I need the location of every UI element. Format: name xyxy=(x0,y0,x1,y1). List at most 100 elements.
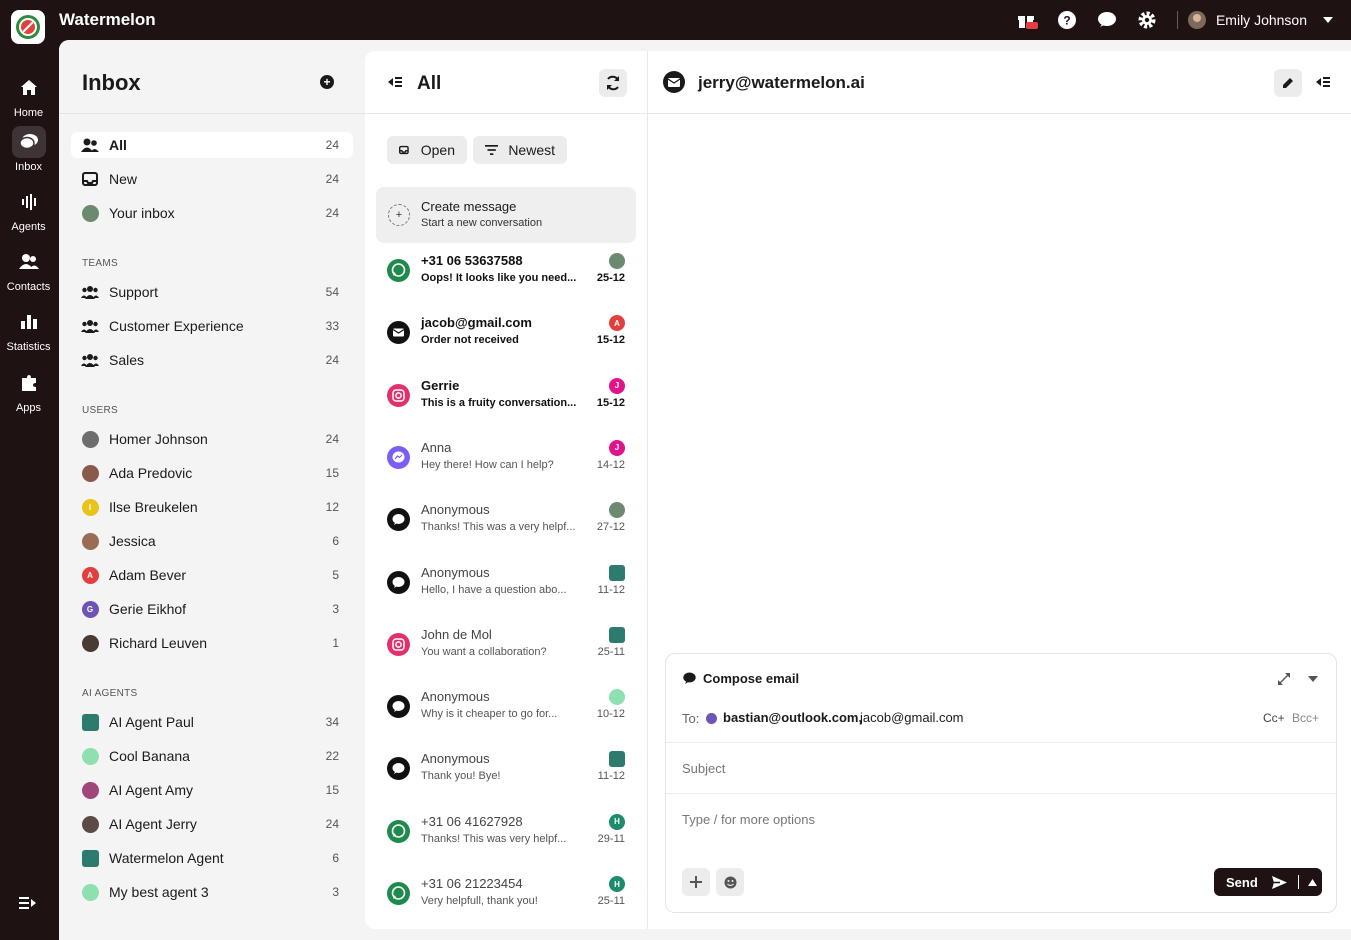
conversation-item[interactable]: +31 06 53637588 Oops! It looks like you n… xyxy=(365,244,647,306)
help-icon[interactable]: ? xyxy=(1055,8,1079,32)
teams-section-label: TEAMS xyxy=(82,258,118,269)
conversation-preview: Very helpfull, thank you! xyxy=(421,895,538,907)
conversation-item[interactable]: +31 06 21223454 Very helpfull, thank you!… xyxy=(365,867,647,929)
agent-item-ai-agent-amy[interactable]: AI Agent Amy 15 xyxy=(71,777,353,803)
expand-icon[interactable] xyxy=(1278,673,1290,685)
create-message-subtitle: Start a new conversation xyxy=(421,217,543,229)
sort-lines-icon xyxy=(485,145,499,155)
conversation-date: 27-12 xyxy=(596,521,625,534)
team-icon xyxy=(81,351,99,369)
conversation-name: Anna xyxy=(421,439,452,455)
subject-input[interactable]: Subject xyxy=(682,761,725,776)
collapse-panel-icon[interactable] xyxy=(1316,76,1330,88)
add-inbox-button[interactable]: + xyxy=(320,75,334,89)
ai-agents-section-label: AI AGENTS xyxy=(82,688,138,699)
settings-gear-icon[interactable] xyxy=(1135,8,1159,32)
emoji-button[interactable] xyxy=(716,868,744,896)
conversation-date: 15-12 xyxy=(596,334,625,347)
gift-icon[interactable] xyxy=(1015,8,1039,32)
chat-bubble-icon[interactable] xyxy=(1095,8,1119,32)
collapse-panel-icon[interactable] xyxy=(388,76,402,88)
to-row: To: bastian@outlook.com, jacob@gmail.com… xyxy=(666,694,1336,743)
conversation-item[interactable]: Anonymous Hello, I have a question abo...… xyxy=(365,556,647,618)
user-item-richard-leuven[interactable]: Richard Leuven 1 xyxy=(71,630,353,656)
inbox-item-all[interactable]: All 24 xyxy=(71,132,353,158)
sort-filter-button[interactable]: Newest xyxy=(473,136,567,164)
rail-item-statistics[interactable]: Statistics xyxy=(0,306,57,353)
conversation-name: jacob@gmail.com xyxy=(421,315,532,331)
recipient-chip-2[interactable]: jacob@gmail.com xyxy=(860,710,964,725)
conversation-preview: Order not received xyxy=(421,334,519,347)
inbox-item-your-inbox[interactable]: Your inbox 24 xyxy=(71,200,353,226)
refresh-button[interactable] xyxy=(599,69,627,97)
conversation-item[interactable]: jacob@gmail.com Order not received 15-12 A xyxy=(365,306,647,368)
conversation-date: 29-11 xyxy=(597,832,625,845)
pencil-icon xyxy=(1283,78,1293,88)
conversation-date: 11-12 xyxy=(597,770,625,783)
whatsapp-channel-icon xyxy=(387,882,410,905)
agent-item-ai-agent-jerry[interactable]: AI Agent Jerry 24 xyxy=(71,811,353,837)
conversation-name: Anonymous xyxy=(421,689,490,705)
subject-row[interactable]: Subject xyxy=(666,743,1336,794)
agent-item-ai-agent-paul[interactable]: AI Agent Paul 34 xyxy=(71,709,353,735)
conversation-item[interactable]: John de Mol You want a collaboration? 25-1… xyxy=(365,618,647,680)
conversation-item[interactable]: Anonymous Thanks! This was a very helpf..… xyxy=(365,493,647,555)
send-button[interactable]: Send xyxy=(1214,868,1322,896)
inbox-item-new[interactable]: New 24 xyxy=(71,166,353,192)
agent-item-my-best-agent-3[interactable]: My best agent 3 3 xyxy=(71,879,353,905)
add-circle-icon: + xyxy=(388,204,410,226)
conversation-item[interactable]: +31 06 41627928 Thanks! This was very hel… xyxy=(365,805,647,867)
chevron-down-icon xyxy=(1323,17,1333,23)
assignee-avatar: H xyxy=(609,876,625,892)
recipient-chip-1[interactable]: bastian@outlook.com, xyxy=(723,710,862,725)
user-item-jessica[interactable]: Jessica 6 xyxy=(71,528,353,554)
conversation-item[interactable]: Anna Hey there! How can I help? 14-12 J xyxy=(365,431,647,493)
user-item-gerie-eikhof[interactable]: G Gerie Eikhof 3 xyxy=(71,596,353,622)
user-item-ilse-breukelen[interactable]: I Ilse Breukelen 12 xyxy=(71,494,353,520)
create-message-title: Create message xyxy=(421,199,517,214)
user-menu[interactable]: Emily Johnson xyxy=(1187,11,1333,29)
rail-item-agents[interactable]: Agents xyxy=(0,186,57,233)
bot-avatar-icon xyxy=(81,747,99,765)
user-item-homer-johnson[interactable]: Homer Johnson 24 xyxy=(71,426,353,452)
user-item-adam-bever[interactable]: A Adam Bever 5 xyxy=(71,562,353,588)
attach-button[interactable] xyxy=(682,868,710,896)
user-name: Emily Johnson xyxy=(1215,12,1307,28)
rail-item-inbox[interactable]: Inbox xyxy=(0,126,57,173)
bcc-button[interactable]: Bcc+ xyxy=(1292,711,1319,725)
recipient-avatar xyxy=(706,713,717,724)
expand-sidebar-icon[interactable] xyxy=(19,896,39,912)
conversation-preview: Hello, I have a question abo... xyxy=(421,583,567,596)
email-channel-icon xyxy=(387,321,410,345)
team-item-customer-experience[interactable]: Customer Experience 33 xyxy=(71,313,353,339)
conversation-item[interactable]: Gerrie This is a fruity conversation... 15… xyxy=(365,369,647,431)
apps-puzzle-icon xyxy=(12,367,46,399)
message-body-input[interactable]: Type / for more options xyxy=(682,812,815,827)
instagram-channel-icon xyxy=(387,632,410,656)
conversation-item[interactable]: Anonymous Why is it cheaper to go for... 1… xyxy=(365,680,647,742)
conversation-email-title: jerry@watermelon.ai xyxy=(698,73,865,92)
conversation-detail-header: jerry@watermelon.ai xyxy=(648,51,1351,114)
agent-item-watermelon-agent[interactable]: Watermelon Agent 6 xyxy=(71,845,353,871)
conversation-name: John de Mol xyxy=(421,626,492,642)
status-filter-button[interactable]: Open xyxy=(387,136,467,164)
cc-button[interactable]: Cc+ xyxy=(1263,711,1285,725)
watermelon-logo-icon[interactable] xyxy=(11,10,45,44)
speech-bubble-icon xyxy=(683,672,696,684)
tray-icon xyxy=(399,145,409,155)
send-options-caret-icon[interactable] xyxy=(1307,878,1317,886)
rail-item-home[interactable]: Home xyxy=(0,72,57,119)
conversation-preview: Why is it cheaper to go for... xyxy=(421,708,558,721)
rail-item-contacts[interactable]: Contacts xyxy=(0,246,57,293)
create-message-card[interactable]: + Create message Start a new conversatio… xyxy=(376,187,636,243)
rail-item-apps[interactable]: Apps xyxy=(0,367,57,414)
chevron-down-icon[interactable] xyxy=(1308,675,1318,683)
conversation-item[interactable]: Anonymous Thank you! Bye! 11-12 xyxy=(365,742,647,804)
team-item-sales[interactable]: Sales 24 xyxy=(71,347,353,373)
agent-item-cool-banana[interactable]: Cool Banana 22 xyxy=(71,743,353,769)
chat-channel-icon xyxy=(387,695,410,719)
edit-button[interactable] xyxy=(1274,69,1302,97)
user-item-ada-predovic[interactable]: Ada Predovic 15 xyxy=(71,460,353,486)
team-item-support[interactable]: Support 54 xyxy=(71,279,353,305)
conversation-name: +31 06 21223454 xyxy=(421,876,523,891)
